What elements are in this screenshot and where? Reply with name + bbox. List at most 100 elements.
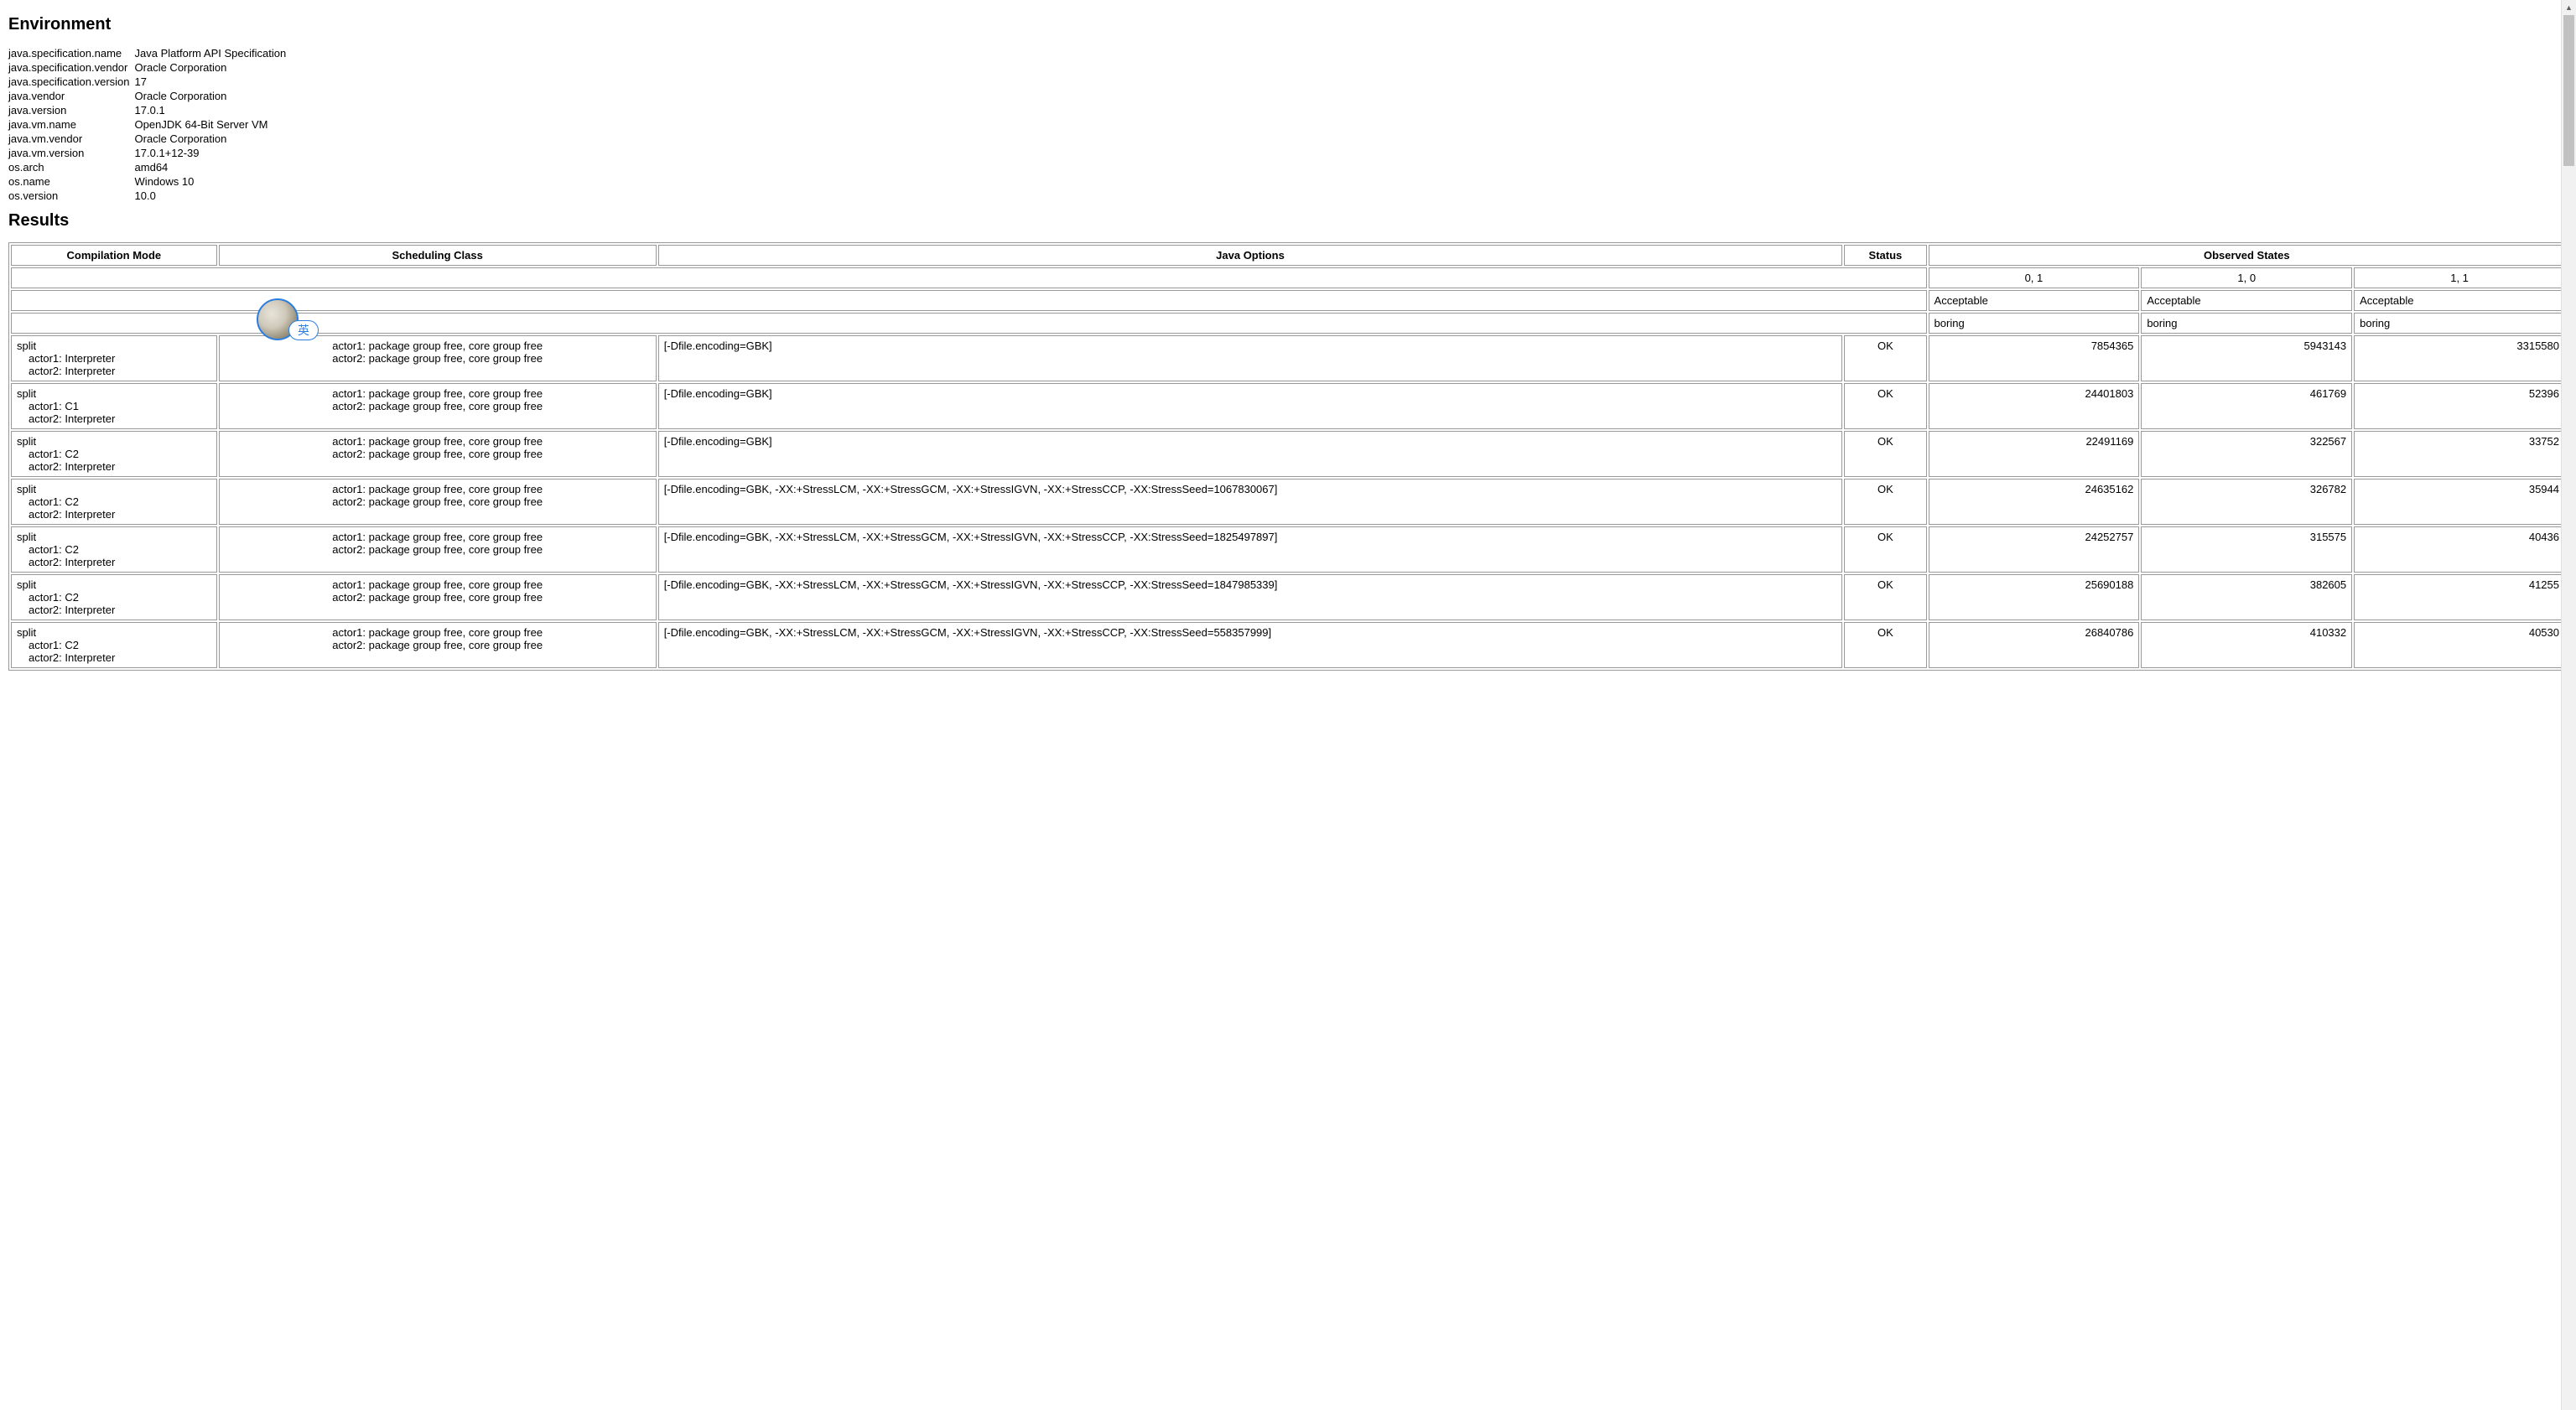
table-row: splitactor1: C1actor2: Interpreteractor1…: [11, 383, 2565, 429]
boring-row: boring boring boring: [11, 313, 2565, 334]
page-root: Environment java.specification.nameJava …: [0, 0, 2576, 671]
cell-status: OK: [1844, 431, 1926, 477]
table-row: splitactor1: C2actor2: Interpreteractor1…: [11, 622, 2565, 668]
env-key: java.vm.version: [8, 146, 135, 160]
cell-java-options: [-Dfile.encoding=GBK, -XX:+StressLCM, -X…: [658, 622, 1843, 668]
cell-observed-1: 410332: [2141, 622, 2352, 668]
cell-scheduling-class: actor1: package group free, core group f…: [219, 383, 657, 429]
vertical-scrollbar[interactable]: ▲: [2561, 0, 2576, 1410]
boring-1: boring: [2141, 313, 2352, 334]
env-value: OpenJDK 64-Bit Server VM: [135, 117, 292, 132]
env-row: java.version17.0.1: [8, 103, 291, 117]
environment-heading: Environment: [8, 15, 2568, 34]
col-java-options: Java Options: [658, 245, 1843, 266]
env-value: 17.0.1: [135, 103, 292, 117]
env-row: java.vendorOracle Corporation: [8, 89, 291, 103]
cell-observed-2: 41255: [2354, 574, 2565, 620]
col-observed-states: Observed States: [1929, 245, 2565, 266]
env-key: java.vm.vendor: [8, 132, 135, 146]
cell-observed-1: 461769: [2141, 383, 2352, 429]
env-row: os.nameWindows 10: [8, 174, 291, 189]
env-row: os.archamd64: [8, 160, 291, 174]
env-row: java.specification.nameJava Platform API…: [8, 46, 291, 60]
cell-observed-1: 315575: [2141, 526, 2352, 573]
cell-status: OK: [1844, 526, 1926, 573]
env-value: 17.0.1+12-39: [135, 146, 292, 160]
cell-observed-0: 24401803: [1929, 383, 2140, 429]
cell-observed-1: 322567: [2141, 431, 2352, 477]
env-row: java.vm.vendorOracle Corporation: [8, 132, 291, 146]
env-key: java.specification.version: [8, 75, 135, 89]
spacer-cell: [11, 267, 1927, 288]
cell-observed-2: 35944: [2354, 479, 2565, 525]
cell-observed-2: 3315580: [2354, 335, 2565, 381]
cell-observed-0: 7854365: [1929, 335, 2140, 381]
env-row: java.vm.nameOpenJDK 64-Bit Server VM: [8, 117, 291, 132]
env-row: java.specification.vendorOracle Corporat…: [8, 60, 291, 75]
cell-status: OK: [1844, 622, 1926, 668]
table-row: splitactor1: C2actor2: Interpreteractor1…: [11, 526, 2565, 573]
col-scheduling-class: Scheduling Class: [219, 245, 657, 266]
env-key: os.name: [8, 174, 135, 189]
results-heading: Results: [8, 211, 2568, 231]
cell-compilation-mode: splitactor1: C2actor2: Interpreter: [11, 479, 217, 525]
cell-status: OK: [1844, 574, 1926, 620]
table-row: splitactor1: C2actor2: Interpreteractor1…: [11, 574, 2565, 620]
cell-observed-0: 24252757: [1929, 526, 2140, 573]
results-header-row: Compilation Mode Scheduling Class Java O…: [11, 245, 2565, 266]
cell-observed-0: 26840786: [1929, 622, 2140, 668]
results-table: Compilation Mode Scheduling Class Java O…: [8, 242, 2568, 671]
col-compilation-mode: Compilation Mode: [11, 245, 217, 266]
cell-java-options: [-Dfile.encoding=GBK, -XX:+StressLCM, -X…: [658, 526, 1843, 573]
acceptable-1: Acceptable: [2141, 290, 2352, 311]
cell-status: OK: [1844, 479, 1926, 525]
cell-java-options: [-Dfile.encoding=GBK, -XX:+StressLCM, -X…: [658, 479, 1843, 525]
env-value: 10.0: [135, 189, 292, 203]
env-value: Oracle Corporation: [135, 60, 292, 75]
observed-col-2: 1, 1: [2354, 267, 2565, 288]
scroll-thumb[interactable]: [2563, 15, 2574, 166]
cell-observed-0: 22491169: [1929, 431, 2140, 477]
cell-observed-2: 40436: [2354, 526, 2565, 573]
spacer-cell: [11, 290, 1927, 311]
cell-status: OK: [1844, 335, 1926, 381]
env-row: java.vm.version17.0.1+12-39: [8, 146, 291, 160]
observed-col-0: 0, 1: [1929, 267, 2140, 288]
cell-compilation-mode: splitactor1: Interpreteractor2: Interpre…: [11, 335, 217, 381]
env-key: java.specification.name: [8, 46, 135, 60]
cell-scheduling-class: actor1: package group free, core group f…: [219, 574, 657, 620]
results-wrapper: Compilation Mode Scheduling Class Java O…: [8, 242, 2568, 671]
env-key: java.vendor: [8, 89, 135, 103]
cell-observed-0: 25690188: [1929, 574, 2140, 620]
env-key: os.version: [8, 189, 135, 203]
boring-2: boring: [2354, 313, 2565, 334]
env-value: Java Platform API Specification: [135, 46, 292, 60]
table-row: splitactor1: C2actor2: Interpreteractor1…: [11, 479, 2565, 525]
environment-table: java.specification.nameJava Platform API…: [8, 46, 291, 203]
cell-observed-0: 24635162: [1929, 479, 2140, 525]
table-row: splitactor1: Interpreteractor2: Interpre…: [11, 335, 2565, 381]
cell-scheduling-class: actor1: package group free, core group f…: [219, 526, 657, 573]
cell-java-options: [-Dfile.encoding=GBK]: [658, 383, 1843, 429]
cell-scheduling-class: actor1: package group free, core group f…: [219, 479, 657, 525]
observed-col-1: 1, 0: [2141, 267, 2352, 288]
cell-scheduling-class: actor1: package group free, core group f…: [219, 335, 657, 381]
env-key: java.vm.name: [8, 117, 135, 132]
cell-observed-1: 326782: [2141, 479, 2352, 525]
scroll-up-icon[interactable]: ▲: [2562, 0, 2576, 14]
cell-observed-2: 52396: [2354, 383, 2565, 429]
cell-scheduling-class: actor1: package group free, core group f…: [219, 622, 657, 668]
env-row: java.specification.version17: [8, 75, 291, 89]
cell-compilation-mode: splitactor1: C1actor2: Interpreter: [11, 383, 217, 429]
env-key: java.version: [8, 103, 135, 117]
env-key: os.arch: [8, 160, 135, 174]
env-row: os.version10.0: [8, 189, 291, 203]
cell-java-options: [-Dfile.encoding=GBK]: [658, 431, 1843, 477]
env-value: 17: [135, 75, 292, 89]
env-key: java.specification.vendor: [8, 60, 135, 75]
cell-observed-2: 40530: [2354, 622, 2565, 668]
env-value: Oracle Corporation: [135, 132, 292, 146]
acceptable-2: Acceptable: [2354, 290, 2565, 311]
spacer-cell: [11, 313, 1927, 334]
cell-observed-1: 5943143: [2141, 335, 2352, 381]
